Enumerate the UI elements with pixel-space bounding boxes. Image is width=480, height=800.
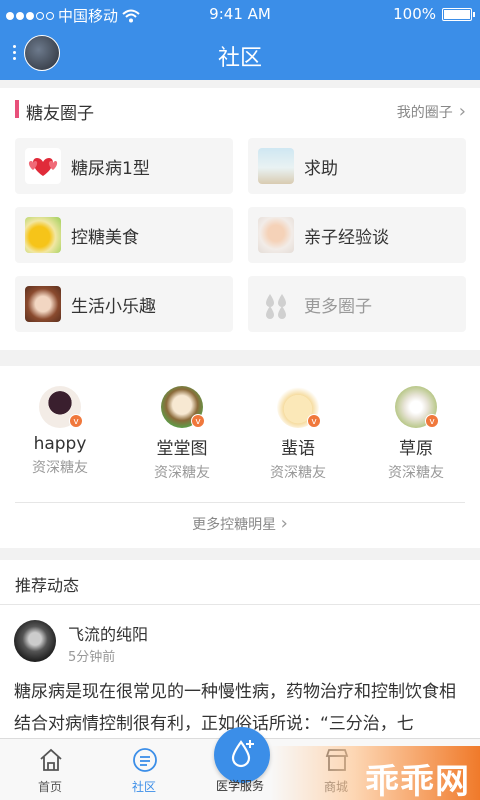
tab-home[interactable]: 首页: [2, 739, 98, 800]
stars-section: v happy 资深糖友 v 堂堂图 资深糖友 v 蜚语 资深糖友 v 草原 资…: [0, 366, 480, 548]
more-stars-link[interactable]: 更多控糖明星 ›: [0, 514, 480, 534]
star-user[interactable]: v 蜚语 资深糖友: [248, 386, 348, 482]
post-author-avatar[interactable]: [14, 620, 56, 662]
star-name: 草原: [399, 439, 433, 459]
post-time: 5分钟前: [68, 650, 116, 665]
home-icon: [40, 748, 62, 771]
nav-bar: 社区: [0, 28, 480, 80]
circle-label: 亲子经验谈: [304, 228, 389, 248]
verified-badge: v: [425, 414, 439, 428]
avatar: v: [395, 386, 439, 428]
star-user[interactable]: v 草原 资深糖友: [366, 386, 466, 482]
star-user[interactable]: v 堂堂图 资深糖友: [132, 386, 232, 482]
life-thumbnail: [25, 286, 61, 322]
chevron-right-icon: ›: [458, 101, 466, 122]
circle-card-help[interactable]: 求助: [248, 138, 466, 194]
star-user[interactable]: v happy 资深糖友: [10, 386, 110, 477]
circle-card-type1-diabetes[interactable]: 糖尿病1型: [15, 138, 233, 194]
medical-service-button[interactable]: [214, 727, 270, 783]
section-accent-bar: [15, 100, 19, 118]
avatar: v: [161, 386, 205, 428]
page-title: 社区: [217, 46, 262, 71]
divider: [15, 502, 465, 503]
circle-card-more[interactable]: 更多圈子: [248, 276, 466, 332]
star-name: 堂堂图: [156, 439, 208, 459]
verified-badge: v: [69, 414, 83, 428]
drops-icon: [258, 286, 294, 322]
circle-label: 生活小乐趣: [71, 297, 156, 317]
more-stars-label: 更多控糖明星: [192, 517, 277, 533]
chevron-right-icon: ›: [280, 513, 288, 534]
avatar: v: [277, 386, 321, 428]
circle-card-life[interactable]: 生活小乐趣: [15, 276, 233, 332]
circle-card-parenting[interactable]: 亲子经验谈: [248, 207, 466, 263]
circles-header: 糖友圈子 我的圈子 ›: [0, 88, 480, 132]
verified-badge: v: [307, 414, 321, 428]
circle-label: 糖尿病1型: [71, 159, 150, 179]
star-role: 资深糖友: [32, 460, 88, 476]
hearts-icon: [25, 148, 61, 184]
circles-title: 糖友圈子: [26, 104, 94, 124]
baby-thumbnail: [258, 217, 294, 253]
circle-label: 求助: [304, 159, 338, 179]
watermark: 乖乖网: [270, 746, 480, 800]
chat-icon: [133, 748, 157, 772]
circle-label: 更多圈子: [304, 297, 372, 317]
star-role: 资深糖友: [154, 465, 210, 481]
watermark-text: 乖乖网: [365, 762, 470, 800]
status-right: 100%: [393, 5, 475, 23]
drop-plus-icon: [231, 740, 254, 768]
star-name: 蜚语: [281, 439, 315, 459]
battery-icon: [442, 7, 475, 21]
circle-card-food[interactable]: 控糖美食: [15, 207, 233, 263]
star-role: 资深糖友: [388, 465, 444, 481]
star-role: 资深糖友: [270, 465, 326, 481]
circles-section: 糖友圈子 我的圈子 › 糖尿病1型 求助 控糖美食 亲子经验谈 生活小乐趣 更多…: [0, 88, 480, 350]
tab-label: 社区: [131, 780, 156, 794]
tab-community[interactable]: 社区: [96, 739, 192, 800]
post-author-name[interactable]: 飞流的纯阳: [68, 621, 148, 645]
my-circles-label: 我的圈子: [396, 105, 453, 121]
food-thumbnail: [25, 217, 61, 253]
my-circles-link[interactable]: 我的圈子 ›: [397, 102, 466, 122]
tab-label: 首页: [37, 780, 62, 794]
status-bar: 中国移动 9:41 AM 100%: [0, 0, 480, 28]
star-name: happy: [33, 434, 87, 454]
battery-percent: 100%: [393, 5, 436, 23]
feed-section: 推荐动态 飞流的纯阳 5分钟前 糖尿病是现在很常见的一种慢性病，药物治疗和控制饮…: [0, 560, 480, 750]
avatar: v: [39, 386, 83, 428]
feed-title: 推荐动态: [15, 576, 80, 595]
verified-badge: v: [191, 414, 205, 428]
circle-label: 控糖美食: [71, 228, 139, 248]
help-thumbnail: [258, 148, 294, 184]
divider: [0, 604, 480, 605]
